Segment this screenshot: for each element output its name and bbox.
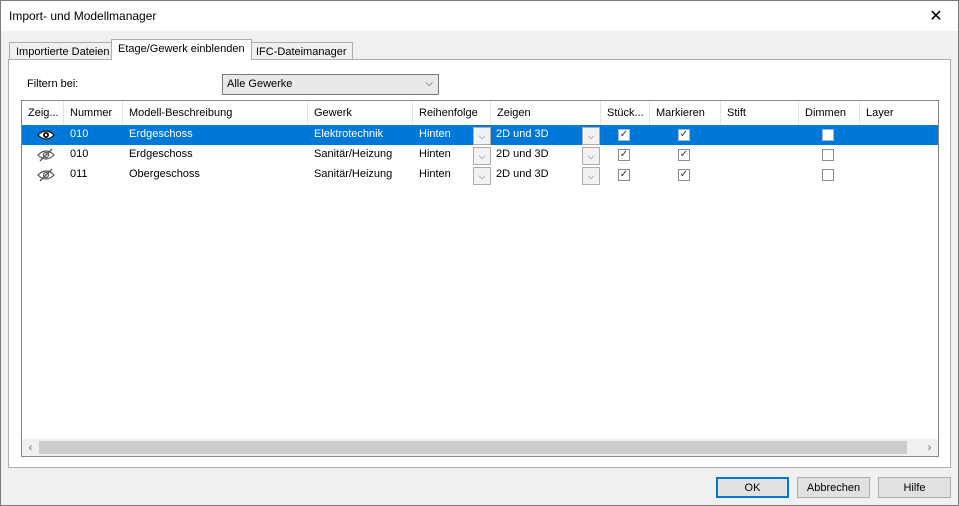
cell-zeigen[interactable]: 2D und 3D	[491, 125, 581, 145]
chevron-down-icon[interactable]: ⌵	[582, 167, 600, 185]
scroll-left-icon[interactable]: ‹	[22, 439, 39, 456]
column-header-zeigen-icon[interactable]: Zeig...	[22, 101, 64, 125]
cell-gewerk: Sanitär/Heizung	[314, 168, 393, 180]
column-header-nummer[interactable]: Nummer	[64, 101, 123, 125]
cell-zeigen[interactable]: 2D und 3D	[491, 145, 581, 165]
cell-nummer: 010	[70, 128, 89, 140]
filter-select[interactable]: Alle Gewerke ⌵	[222, 74, 439, 95]
cell-beschreibung: Erdgeschoss	[129, 128, 193, 140]
column-header-dimmen[interactable]: Dimmen	[799, 101, 860, 125]
horizontal-scrollbar[interactable]: ‹ ›	[22, 439, 938, 456]
cancel-button[interactable]: Abbrechen	[797, 477, 870, 498]
cell-beschreibung: Obergeschoss	[129, 168, 200, 180]
column-header-modell-beschreibung[interactable]: Modell-Beschreibung	[123, 101, 308, 125]
cell-nummer: 011	[70, 168, 88, 180]
tab-ifc-dateimanager[interactable]: IFC-Dateimanager	[249, 42, 354, 60]
model-grid: Zeig... Nummer Modell-Beschreibung Gewer…	[21, 100, 939, 457]
filter-label: Filtern bei:	[27, 78, 79, 90]
table-row[interactable]: 010 Erdgeschoss Sanitär/Heizung Hinten ⌵…	[22, 145, 938, 165]
column-header-zeigen[interactable]: Zeigen	[491, 101, 601, 125]
chevron-down-icon[interactable]: ⌵	[473, 147, 491, 165]
grid-header: Zeig... Nummer Modell-Beschreibung Gewer…	[22, 101, 938, 125]
checkbox-dimmen[interactable]	[822, 149, 834, 161]
column-header-layer[interactable]: Layer	[860, 101, 938, 125]
tab-panel: Filtern bei: Alle Gewerke ⌵ Zeig... Numm…	[8, 59, 951, 468]
eye-icon[interactable]	[36, 127, 56, 143]
column-header-gewerk[interactable]: Gewerk	[308, 101, 413, 125]
checkbox-markieren[interactable]: ✓	[678, 169, 690, 181]
table-row[interactable]: 010 Erdgeschoss Elektrotechnik Hinten ⌵ …	[22, 125, 938, 145]
close-icon[interactable]: ✕	[914, 1, 958, 31]
tab-etage-gewerk-einblenden[interactable]: Etage/Gewerk einblenden	[111, 39, 252, 60]
column-header-markieren[interactable]: Markieren	[650, 101, 721, 125]
title-bar: Import- und Modellmanager ✕	[1, 1, 958, 31]
window-title: Import- und Modellmanager	[9, 9, 157, 23]
cell-zeigen[interactable]: 2D und 3D	[491, 165, 581, 185]
chevron-down-icon: ⌵	[425, 78, 433, 89]
checkbox-markieren[interactable]: ✓	[678, 149, 690, 161]
cell-gewerk: Sanitär/Heizung	[314, 148, 393, 160]
checkbox-dimmen[interactable]	[822, 169, 834, 181]
cell-gewerk: Elektrotechnik	[314, 128, 384, 140]
cell-reihenfolge[interactable]: Hinten	[413, 125, 473, 145]
chevron-down-icon[interactable]: ⌵	[473, 167, 491, 185]
checkbox-dimmen[interactable]	[822, 129, 834, 141]
ok-button[interactable]: OK	[716, 477, 789, 498]
scrollbar-thumb[interactable]	[39, 441, 907, 454]
column-header-stueck[interactable]: Stück...	[601, 101, 650, 125]
cell-reihenfolge[interactable]: Hinten	[413, 145, 473, 165]
checkbox-markieren[interactable]: ✓	[678, 129, 690, 141]
checkbox-stueck[interactable]: ✓	[618, 149, 630, 161]
cell-beschreibung: Erdgeschoss	[129, 148, 193, 160]
filter-select-value: Alle Gewerke	[227, 78, 293, 90]
chevron-down-icon[interactable]: ⌵	[473, 127, 491, 145]
scroll-right-icon[interactable]: ›	[921, 439, 938, 456]
chevron-down-icon[interactable]: ⌵	[582, 147, 600, 165]
eye-slash-icon[interactable]	[36, 167, 56, 183]
cell-reihenfolge[interactable]: Hinten	[413, 165, 473, 185]
chevron-down-icon[interactable]: ⌵	[582, 127, 600, 145]
table-row[interactable]: 011 Obergeschoss Sanitär/Heizung Hinten …	[22, 165, 938, 185]
eye-slash-icon[interactable]	[36, 147, 56, 163]
checkbox-stueck[interactable]: ✓	[618, 169, 630, 181]
checkbox-stueck[interactable]: ✓	[618, 129, 630, 141]
tab-importierte-dateien[interactable]: Importierte Dateien	[9, 42, 117, 60]
column-header-reihenfolge[interactable]: Reihenfolge	[413, 101, 491, 125]
cell-nummer: 010	[70, 148, 89, 160]
help-button[interactable]: Hilfe	[878, 477, 951, 498]
dialog-window: Import- und Modellmanager ✕ Importierte …	[0, 0, 959, 506]
column-header-stift[interactable]: Stift	[721, 101, 799, 125]
